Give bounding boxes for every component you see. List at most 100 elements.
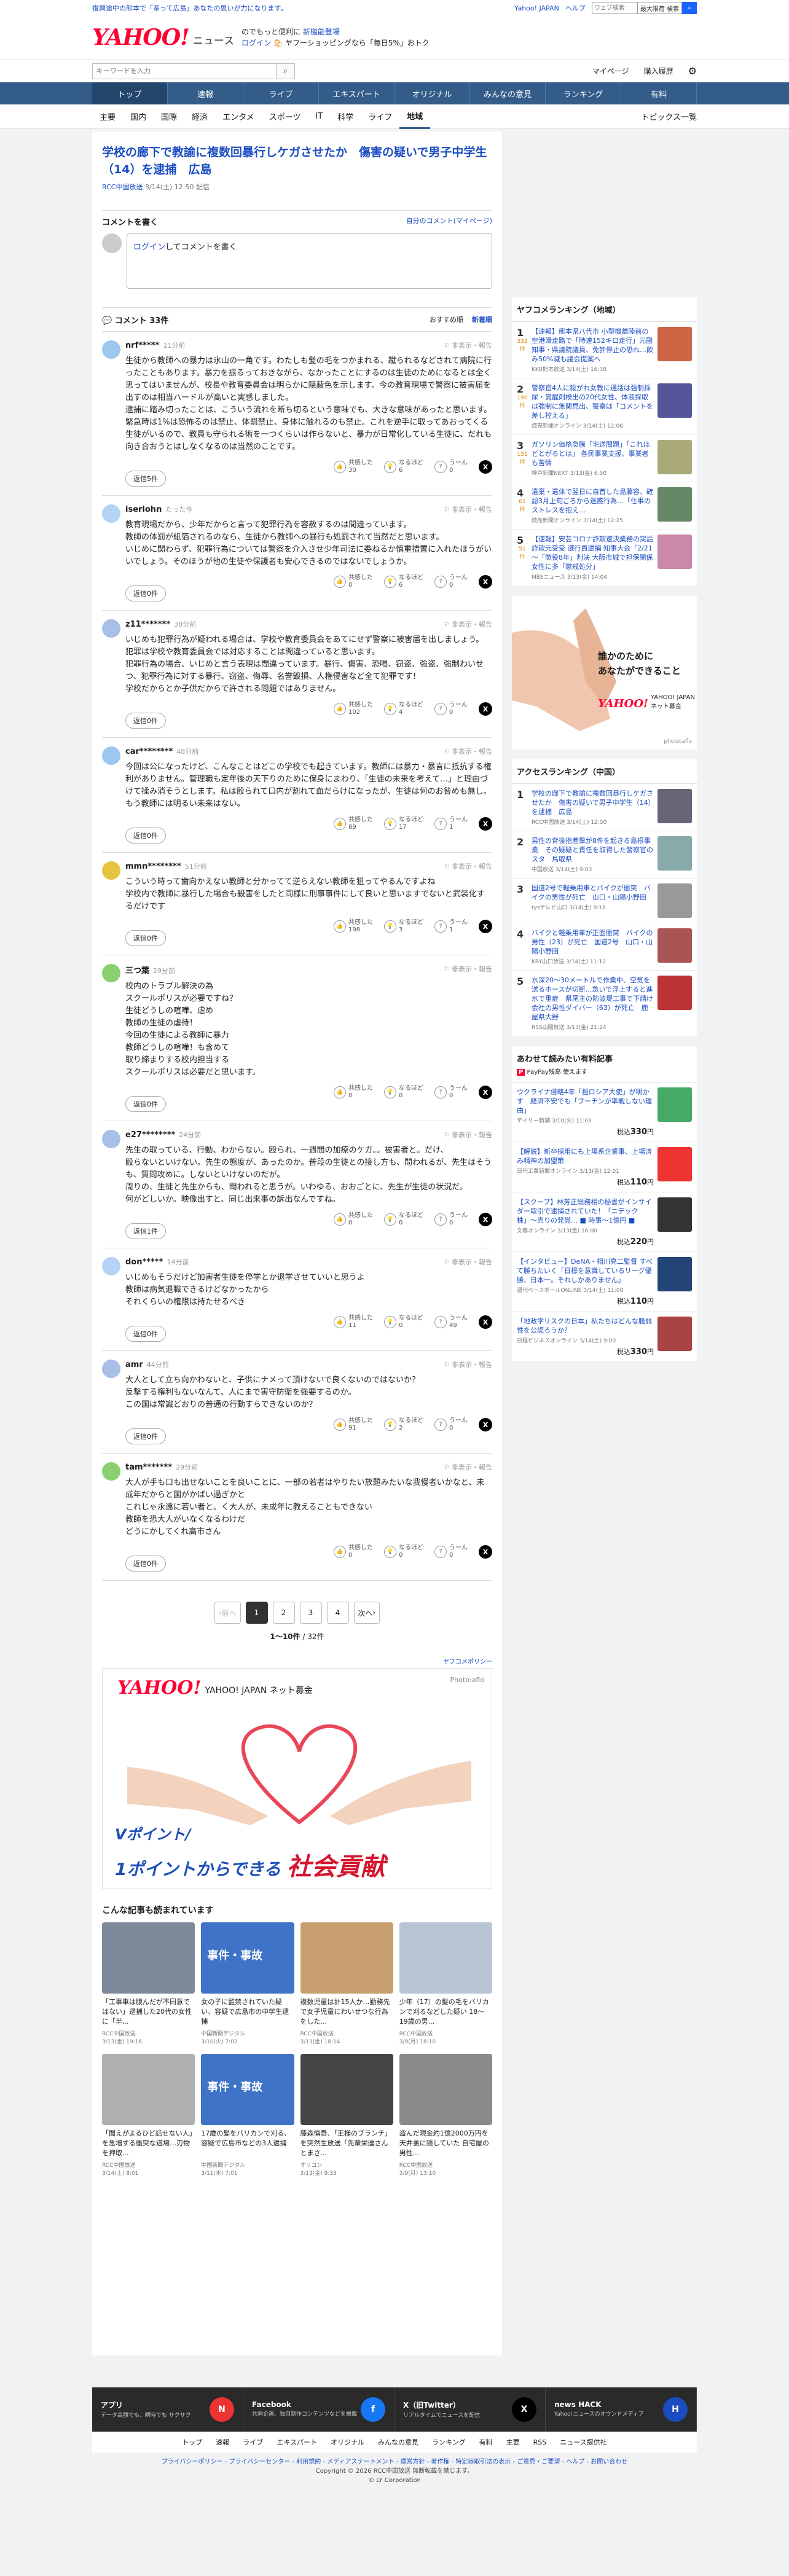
page-3[interactable]: 3 xyxy=(299,1602,322,1624)
x-share-icon[interactable]: X xyxy=(479,1086,492,1099)
gear-icon[interactable]: ⚙ xyxy=(688,65,697,77)
paid-item[interactable]: ウクライナ侵略4年「担ロシア大使」が明かす 経済不安でも「プーチンが率戦しない理… xyxy=(512,1082,697,1142)
reply-button[interactable]: 返信5件 xyxy=(125,471,166,487)
page-4[interactable]: 4 xyxy=(326,1602,349,1624)
comment-username[interactable]: mmn******** xyxy=(125,862,181,871)
cat-sports[interactable]: スポーツ xyxy=(262,104,308,129)
nav-top[interactable]: トップ xyxy=(92,82,168,104)
paid-item[interactable]: 「地政学リスクの日本」私たちはどんな脆弱性を公認ろうか？ 日経ビジネスオンライン … xyxy=(512,1312,697,1362)
reaction-button[interactable]: 👍 共感した 11 xyxy=(334,1315,373,1329)
cat-entertainment[interactable]: エンタメ xyxy=(215,104,262,129)
footer-link[interactable]: エキスパート xyxy=(277,2437,317,2447)
avatar[interactable] xyxy=(102,1360,120,1378)
footer-link[interactable]: 速報 xyxy=(216,2437,229,2447)
reaction-button[interactable]: 💡 なるほど 6 xyxy=(384,574,423,589)
purchase-history-link[interactable]: 購入履歴 xyxy=(644,66,673,76)
reply-button[interactable]: 返信0件 xyxy=(125,828,166,844)
login-link[interactable]: ログイン xyxy=(241,39,271,47)
footer-link[interactable]: ランキング xyxy=(432,2437,466,2447)
ranking-item[interactable]: 1 学校の廊下で教諭に複数回暴行しケガさせたか 傷害の疑いで男子中学生（14）を逮… xyxy=(512,784,697,831)
reply-button[interactable]: 返信0件 xyxy=(125,1096,166,1112)
next-page-button[interactable]: 次へ › xyxy=(353,1602,380,1624)
reaction-button[interactable]: 💡 なるほど 0 xyxy=(384,1085,423,1100)
reaction-button[interactable]: 👍 共感した 0 xyxy=(334,1212,373,1227)
reaction-button[interactable]: ? うーん 0 xyxy=(434,1212,468,1227)
reaction-button[interactable]: 💡 なるほど 2 xyxy=(384,1417,423,1432)
yahoo-japan-link[interactable]: Yahoo! JAPAN xyxy=(514,4,559,12)
x-share-icon[interactable]: X xyxy=(479,702,492,716)
comment-username[interactable]: car******** xyxy=(125,747,173,756)
report-link[interactable]: ⚐ 非表示・報告 xyxy=(444,1360,492,1369)
avatar[interactable] xyxy=(102,340,120,359)
reaction-button[interactable]: ? うーん 1 xyxy=(434,919,468,934)
reaction-button[interactable]: 👍 共感した 102 xyxy=(334,702,373,716)
reply-button[interactable]: 返信0件 xyxy=(125,1326,166,1342)
topics-list-link[interactable]: トピックス一覧 xyxy=(641,111,697,122)
related-card[interactable]: 事件・事故 17歳の髪をバリカンで刈る、容疑で広島市などの3人逮捕 中国新聞デジタル… xyxy=(201,2054,294,2177)
comment-username[interactable]: z11******* xyxy=(125,620,170,629)
footer-link[interactable]: 主要 xyxy=(506,2437,520,2447)
comment-username[interactable]: nrf***** xyxy=(125,341,159,350)
nav-paid[interactable]: 有料 xyxy=(621,82,697,104)
avatar[interactable] xyxy=(102,504,120,523)
ranking-item[interactable]: 5 51 件 【速報】安芸コロナ詐欺速決業務の実話詐欺元受受 選行員逮捕 知事大会「2… xyxy=(512,530,697,586)
ranking-item[interactable]: 1 332 件【速報】熊本県八代市 小型機離陸前の空港滑走路で「時速152キロ走行」… xyxy=(512,322,697,378)
reply-button[interactable]: 返信0件 xyxy=(125,713,166,729)
comment-username[interactable]: 三つ葉 xyxy=(125,966,149,976)
reaction-button[interactable]: ? うーん 0 xyxy=(434,1085,468,1100)
reaction-button[interactable]: 💡 なるほど 0 xyxy=(384,1315,423,1329)
avatar[interactable] xyxy=(102,861,120,880)
x-share-icon[interactable]: X xyxy=(479,1545,492,1559)
reaction-button[interactable]: ? うーん 0 xyxy=(434,1417,468,1432)
comment-username[interactable]: amr xyxy=(125,1360,143,1369)
nav-breaking[interactable]: 速報 xyxy=(168,82,243,104)
footer-cell[interactable]: Facebook 共同企画、独自制作コンテンツなどを掲載 f xyxy=(243,2387,394,2432)
related-card[interactable]: 盗んだ現金約1億2000万円を天井裏に隠していた 自宅屋の男性... RCC中国放… xyxy=(399,2054,492,2177)
nav-opinion[interactable]: みんなの意見 xyxy=(470,82,546,104)
comment-username[interactable]: iserlohn xyxy=(125,505,162,514)
cat-local[interactable]: 地域 xyxy=(399,104,431,129)
reply-button[interactable]: 返信0件 xyxy=(125,1556,166,1572)
avatar[interactable] xyxy=(102,619,120,638)
reaction-button[interactable]: ? うーん 0 xyxy=(434,1544,468,1559)
yahoo-news-logo[interactable]: YAHOO! ニュース xyxy=(92,25,234,50)
related-card[interactable]: 藤森慎吾、「王様のブランチ」を突然生放送「先輩栄達さんとまさ... オリコン 3/1… xyxy=(300,2054,393,2177)
reaction-button[interactable]: ? うーん 0 xyxy=(434,702,468,716)
reaction-button[interactable]: 👍 共感した 0 xyxy=(334,574,373,589)
reaction-button[interactable]: 👍 共感した 91 xyxy=(334,1417,373,1432)
my-comments-link[interactable]: 自分のコメント(マイページ) xyxy=(406,216,492,227)
report-link[interactable]: ⚐ 非表示・報告 xyxy=(444,1257,492,1267)
nav-ranking[interactable]: ランキング xyxy=(546,82,621,104)
donation-ad[interactable]: YAHOO! YAHOO! JAPAN ネット募金 Photo:aflo Vポイ… xyxy=(102,1668,492,1889)
footer-cell[interactable]: news HACK Yahoo!ニュースのオウンドメディア H xyxy=(546,2387,697,2432)
report-link[interactable]: ⚐ 非表示・報告 xyxy=(444,504,492,514)
reaction-button[interactable]: ? うーん 0 xyxy=(434,574,468,589)
avatar[interactable] xyxy=(102,1462,120,1481)
legal-links[interactable]: プライバシーポリシー - プライバシーセンター - 利用規約 - メディアステー… xyxy=(92,2457,697,2467)
report-link[interactable]: ⚐ 非表示・報告 xyxy=(444,861,492,871)
x-share-icon[interactable]: X xyxy=(479,920,492,933)
reaction-button[interactable]: 💡 なるほど 0 xyxy=(384,1212,423,1227)
ranking-item[interactable]: 4 61 件 遺棄・遺体で翌日に自首した島藤容、確認3月上旬ごろから迷惑行為…「仕事の… xyxy=(512,482,697,530)
footer-cell[interactable]: アプリ データ高額でも、瞬時でも サクサク N xyxy=(92,2387,243,2432)
nav-expert[interactable]: エキスパート xyxy=(319,82,394,104)
footer-link[interactable]: オリジナル xyxy=(331,2437,364,2447)
reply-button[interactable]: 返信0件 xyxy=(125,585,166,601)
reaction-button[interactable]: 👍 共感した 89 xyxy=(334,816,373,831)
page-2[interactable]: 2 xyxy=(272,1602,295,1624)
x-share-icon[interactable]: X xyxy=(479,817,492,831)
related-card[interactable]: 事件・事故 女の子に監禁されていた疑い、容疑で広島市の中学生逮捕 中国新聞デジタル 3… xyxy=(201,1922,294,2045)
footer-link[interactable]: ライブ xyxy=(243,2437,263,2447)
keyword-input[interactable] xyxy=(92,63,277,79)
related-card[interactable]: 「聞えがよるひど話せない人」を急増する衝突な道場…刃物を押取... RCC中国放送… xyxy=(102,2054,195,2177)
reaction-button[interactable]: ? うーん 0 xyxy=(434,460,468,474)
search-scope[interactable]: 最大限荷 検索 xyxy=(637,2,682,14)
reaction-button[interactable]: 💡 なるほど 4 xyxy=(384,702,423,716)
comment-policy-link[interactable]: ヤフコメポリシー xyxy=(102,1656,492,1666)
sort-recommended[interactable]: おすすめ順 xyxy=(430,315,463,324)
prev-page-button[interactable]: ‹ 前へ xyxy=(214,1602,241,1624)
cat-science[interactable]: 科学 xyxy=(330,104,361,129)
reaction-button[interactable]: 💡 なるほど 0 xyxy=(384,1544,423,1559)
cat-life[interactable]: ライフ xyxy=(361,104,399,129)
report-link[interactable]: ⚐ 非表示・報告 xyxy=(444,1462,492,1472)
